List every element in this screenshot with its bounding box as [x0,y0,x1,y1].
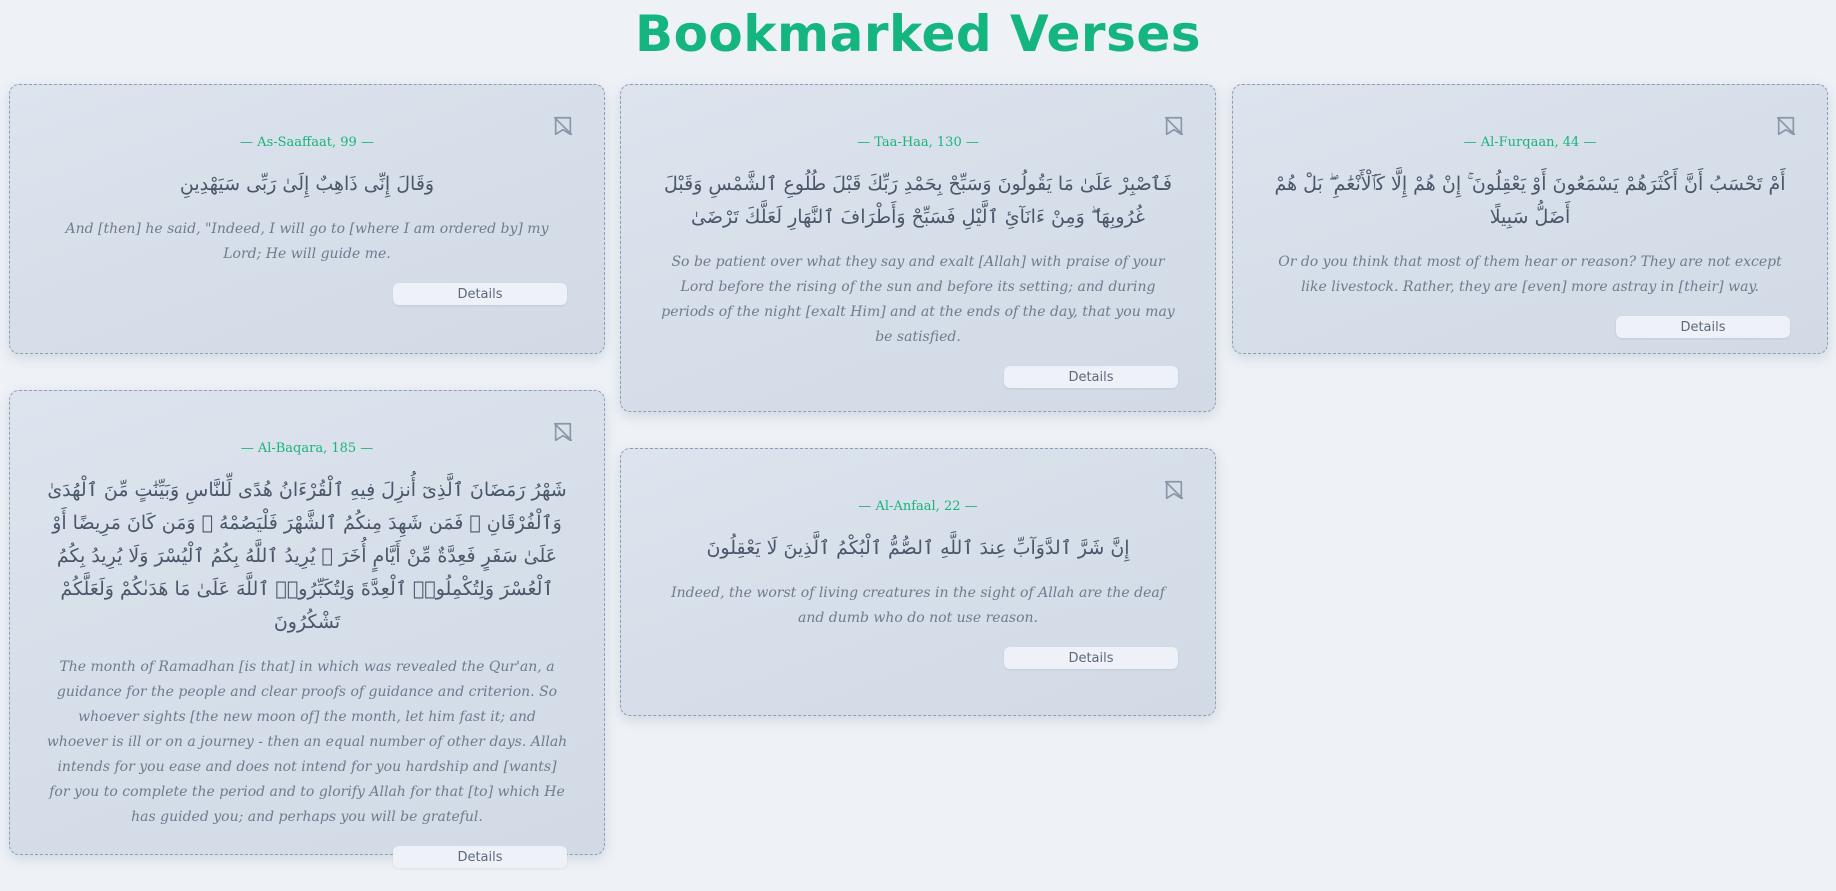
bookmark-off-icon[interactable] [1163,115,1185,137]
page-title: Bookmarked Verses [634,5,1202,63]
verse-arabic-text: إِنَّ شَرَّ ٱلدَّوَآبِّ عِندَ ٱللَّهِ ٱل… [706,537,1130,559]
details-row: Details [657,647,1179,669]
bookmark-off-icon[interactable] [1775,115,1797,137]
verse-card: — Al-Furqaan, 44 — أَمْ تَحْسَبُ أَنَّ أ… [1232,84,1828,354]
verse-card: — Al-Baqara, 185 — شَهْرُ رَمَضَانَ ٱلَّ… [9,390,605,868]
verse-translation: Indeed, the worst of living creatures in… [671,585,1165,626]
details-row: Details [1269,316,1791,338]
verse-reference: — Al-Anfaal, 22 — [858,499,978,514]
verse-arabic-text: فَٱصْبِرْ عَلَىٰ مَا يَقُولُونَ وَسَبِّح… [664,173,1172,228]
grid-column-1: — As-Saaffaat, 99 — وَقَالَ إِنِّى ذَاهِ… [9,84,605,891]
verse-reference: — Taa-Haa, 130 — [857,135,979,150]
verse-arabic-text: أَمْ تَحْسَبُ أَنَّ أَكْثَرَهُمْ يَسْمَع… [1274,173,1786,228]
details-button[interactable]: Details [393,846,567,868]
verse-card: — Al-Anfaal, 22 — إِنَّ شَرَّ ٱلدَّوَآبِ… [620,448,1216,716]
verse-arabic-text: شَهْرُ رَمَضَانَ ٱلَّذِىٓ أُنزِلَ فِيهِ … [47,479,567,633]
bookmark-off-icon[interactable] [1163,479,1185,501]
grid-column-3: — Al-Furqaan, 44 — أَمْ تَحْسَبُ أَنَّ أ… [1232,84,1828,390]
details-row: Details [657,366,1179,388]
verse-card: — Taa-Haa, 130 — فَٱصْبِرْ عَلَىٰ مَا يَ… [620,84,1216,412]
verse-translation: And [then] he said, "Indeed, I will go t… [65,221,549,262]
grid-column-2: — Taa-Haa, 130 — فَٱصْبِرْ عَلَىٰ مَا يَ… [620,84,1216,752]
verse-arabic-text: وَقَالَ إِنِّى ذَاهِبٌ إِلَىٰ رَبِّى سَي… [179,173,435,195]
bookmark-off-icon[interactable] [552,421,574,443]
details-row: Details [46,846,568,868]
verse-reference: — As-Saaffaat, 99 — [240,135,374,150]
verse-translation: Or do you think that most of them hear o… [1278,254,1782,295]
verse-reference: — Al-Furqaan, 44 — [1463,135,1597,150]
details-button[interactable]: Details [393,283,567,305]
verse-translation: So be patient over what they say and exa… [661,254,1175,345]
verse-reference: — Al-Baqara, 185 — [240,441,374,456]
bookmark-off-icon[interactable] [552,115,574,137]
details-button[interactable]: Details [1616,316,1790,338]
details-row: Details [46,283,568,305]
verse-translation: The month of Ramadhan [is that] in which… [46,659,568,825]
verse-card: — As-Saaffaat, 99 — وَقَالَ إِنِّى ذَاهِ… [9,84,605,354]
details-button[interactable]: Details [1004,366,1178,388]
details-button[interactable]: Details [1004,647,1178,669]
